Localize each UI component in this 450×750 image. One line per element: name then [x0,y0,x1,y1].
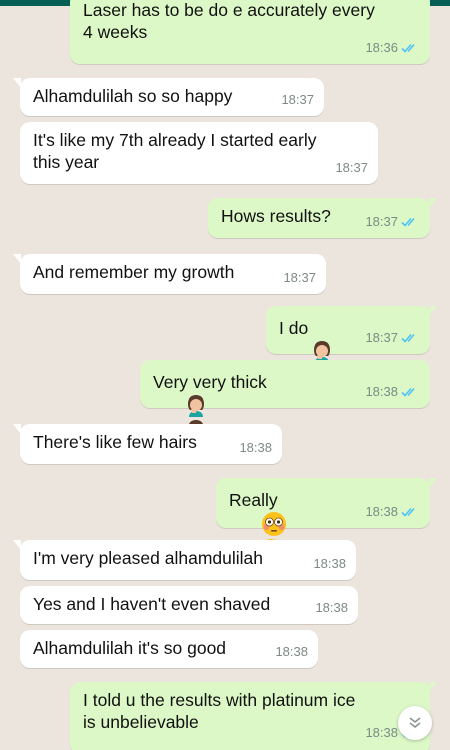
message-time: 18:38 [365,725,398,740]
chat-thread: Laser has to be do e accurately every 4 … [0,0,450,750]
message-bubble[interactable]: Really 18:38 [216,478,437,563]
message-bubble[interactable]: I told u the results with platinum ice i… [70,682,437,750]
message-bubble[interactable]: Laser has to be do e accurately every 4 … [70,0,430,64]
message-text: Really [229,490,278,510]
message-text: Very very thick [153,372,267,392]
message-text: Alhamdulilah so so happy [33,86,233,106]
message-time: 18:38 [315,600,348,615]
message-text: Yes and I haven't even shaved [33,594,271,614]
message-bubble[interactable]: Alhamdulilah it's so good 18:38 [20,630,318,668]
scroll-to-bottom-button[interactable] [398,706,432,740]
double-check-icon [401,387,415,397]
message-bubble[interactable]: There's like few hairs 18:38 [13,424,282,464]
woman-facepalming-emoji [188,395,205,417]
message-time: 18:37 [365,330,398,345]
message-time: 18:37 [335,160,368,175]
message-bubble[interactable]: And remember my growth 18:37 [13,254,326,294]
double-check-icon [401,333,415,343]
message-text: And remember my growth [33,262,235,282]
message-time: 18:38 [365,504,398,519]
double-check-icon [401,43,415,53]
message-bubble[interactable]: Very very thick 18:38 [140,360,430,442]
message-bubble[interactable]: I do 18:37 [266,306,437,363]
message-time: 18:37 [281,92,314,107]
message-text: I do [279,318,309,338]
message-time: 18:37 [365,214,398,229]
message-time: 18:38 [313,556,346,571]
double-check-icon [401,507,415,517]
message-bubble[interactable]: Alhamdulilah so so happy 18:37 [13,78,324,116]
message-time: 18:37 [283,270,316,285]
message-text: I'm very pleased alhamdulilah [33,548,263,568]
message-text: Alhamdulilah it's so good [33,638,227,658]
message-time: 18:38 [275,644,308,659]
message-bubble[interactable]: Yes and I haven't even shaved 18:38 [20,586,358,624]
double-check-icon [401,217,415,227]
message-bubble[interactable]: I'm very pleased alhamdulilah 18:38 [13,540,356,580]
message-text: There's like few hairs [33,432,197,452]
message-text: It's like my 7th already I started early… [33,130,317,172]
message-time: 18:38 [365,384,398,399]
message-bubble[interactable]: Hows results? 18:37 [208,198,437,238]
message-time: 18:38 [239,440,272,455]
flushed-face-emoji [262,512,287,536]
double-chevron-down-icon [409,717,421,729]
message-bubble[interactable]: It's like my 7th already I started early… [20,122,378,184]
message-time: 18:36 [365,40,398,55]
